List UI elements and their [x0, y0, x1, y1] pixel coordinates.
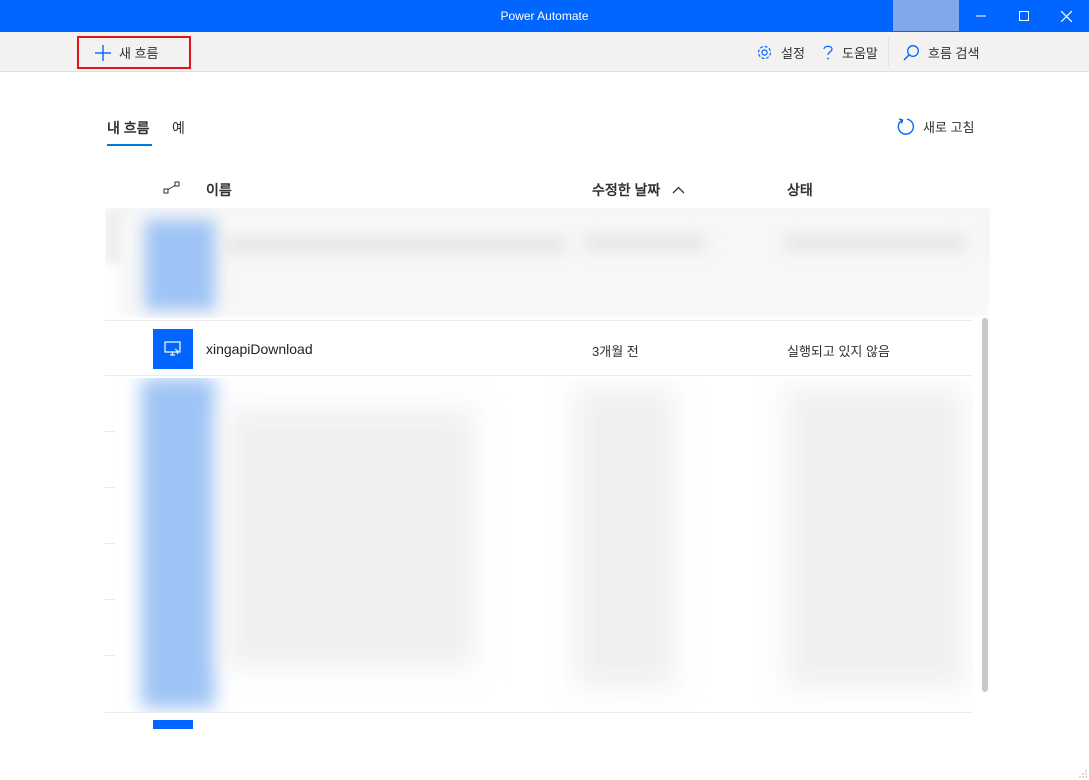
tab-my-flows[interactable]: 내 흐름 [107, 118, 152, 146]
new-flow-button[interactable]: 새 흐름 [77, 36, 191, 69]
search-flows-label: 흐름 검색 [928, 45, 980, 61]
help-icon [823, 45, 833, 59]
vertical-scrollbar[interactable] [982, 318, 988, 692]
settings-label: 설정 [781, 45, 805, 61]
row-divider [105, 599, 115, 600]
close-button[interactable] [1045, 0, 1088, 32]
minimize-button[interactable] [959, 0, 1002, 32]
command-bar: 새 흐름 설정 도움말 흐름 검색 [0, 32, 1089, 72]
row-divider [105, 487, 115, 488]
row-divider [105, 543, 115, 544]
help-button[interactable]: 도움말 [822, 32, 878, 72]
desktop-flow-icon [153, 329, 193, 369]
flow-modified: 3개월 전 [592, 344, 639, 359]
close-icon [1061, 10, 1072, 22]
new-flow-label: 새 흐름 [119, 46, 159, 61]
flow-link-icon [163, 181, 180, 194]
help-label: 도움말 [842, 45, 878, 61]
status-column-header[interactable]: 상태 [787, 180, 813, 200]
tab-examples-label: 예 [172, 120, 185, 136]
redacted-text [575, 388, 675, 688]
redacted-text [225, 408, 475, 668]
account-avatar[interactable] [893, 0, 959, 31]
table-header: 이름 수정한 날짜 상태 [105, 172, 973, 206]
row-divider [105, 655, 115, 656]
flow-status: 실행되고 있지 않음 [787, 344, 890, 359]
minimize-icon [975, 15, 986, 17]
resize-grip-icon[interactable] [1079, 770, 1087, 778]
sort-ascending-icon [672, 186, 685, 194]
modified-column-header[interactable]: 수정한 날짜 [592, 180, 685, 200]
refresh-icon [897, 118, 915, 135]
row-divider [105, 431, 115, 432]
redacted-flow-icon [145, 220, 215, 310]
maximize-icon [1018, 11, 1029, 21]
status-column-label: 상태 [787, 182, 813, 198]
redacted-text [225, 238, 565, 252]
name-column-header[interactable]: 이름 [206, 180, 232, 200]
flow-name[interactable]: xingapiDownload [206, 341, 313, 357]
settings-button[interactable]: 설정 [756, 32, 805, 72]
row-divider [105, 712, 973, 713]
redacted-rows-top [105, 208, 990, 318]
modified-column-label: 수정한 날짜 [592, 182, 661, 198]
search-flows-button[interactable]: 흐름 검색 [903, 32, 979, 72]
redacted-text [585, 236, 705, 250]
refresh-label: 새로 고침 [923, 120, 975, 135]
toolbar-divider [888, 38, 889, 66]
name-column-label: 이름 [206, 182, 232, 198]
tab-my-flows-label: 내 흐름 [107, 120, 150, 136]
refresh-button[interactable]: 새로 고침 [896, 117, 974, 136]
tab-examples[interactable]: 예 [172, 118, 185, 138]
table-row[interactable]: xingapiDownload 3개월 전 실행되고 있지 않음 [105, 320, 973, 376]
search-icon [903, 44, 919, 60]
redacted-flow-icons [141, 378, 215, 708]
maximize-button[interactable] [1002, 0, 1045, 32]
redacted-row-panel [119, 208, 990, 318]
flow-type-column-header[interactable] [163, 181, 181, 195]
plus-icon [95, 44, 111, 61]
redacted-text [785, 388, 965, 688]
active-tab-indicator [107, 144, 152, 146]
title-bar: Power Automate [0, 0, 1089, 32]
redacted-rows-bottom [105, 378, 973, 713]
redacted-text [785, 236, 965, 250]
gear-icon [757, 45, 772, 59]
desktop-flow-icon-partial [153, 720, 193, 729]
